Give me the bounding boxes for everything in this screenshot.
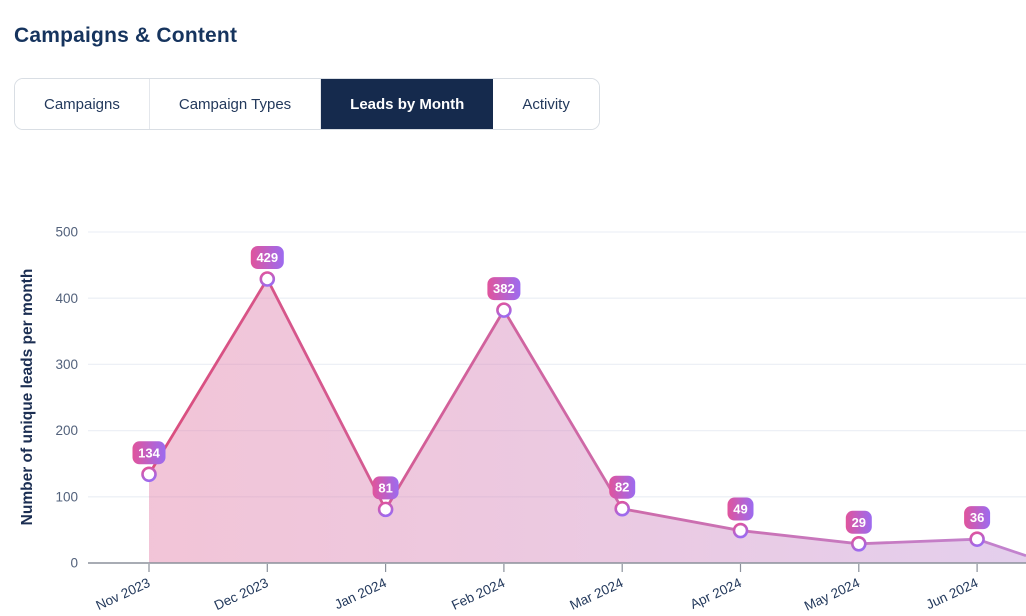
data-label-value: 382 [493,281,515,296]
x-axis-tick-label: May 2024 [802,575,863,614]
y-axis-tick-label: 100 [55,489,78,504]
data-point-marker[interactable] [734,524,747,537]
data-point-marker[interactable] [379,503,392,516]
data-point-marker[interactable] [143,468,156,481]
tab-campaigns[interactable]: Campaigns [15,79,150,129]
area-fill [149,279,1026,563]
y-axis-tick-label: 400 [55,291,78,306]
data-label-value: 36 [970,510,984,525]
data-label-value: 134 [138,445,160,460]
y-axis-title: Number of unique leads per month [19,269,36,526]
y-axis-tick-label: 0 [70,556,78,571]
x-axis-tick-label: Feb 2024 [449,575,507,613]
x-axis-tick-label: Dec 2023 [212,575,271,613]
data-label-value: 81 [378,480,392,495]
data-point-marker[interactable] [616,502,629,515]
tab-bar: Campaigns Campaign Types Leads by Month … [14,78,600,130]
campaigns-content-page: Campaigns & Content Campaigns Campaign T… [0,0,1026,130]
tab-leads-by-month[interactable]: Leads by Month [321,79,493,129]
x-axis-tick-label: Apr 2024 [688,575,744,612]
y-axis-tick-label: 200 [55,423,78,438]
tab-campaign-types[interactable]: Campaign Types [150,79,321,129]
data-point-marker[interactable] [971,533,984,546]
data-point-marker[interactable] [852,537,865,550]
y-axis-tick-label: 500 [55,225,78,240]
data-label-value: 429 [256,250,278,265]
page-title: Campaigns & Content [14,24,1026,48]
data-label-value: 49 [733,502,747,517]
x-axis-tick-label: Nov 2023 [94,575,153,613]
x-axis-tick-label: Mar 2024 [567,575,625,613]
data-point-marker[interactable] [497,304,510,317]
data-label-value: 29 [852,515,866,530]
y-axis-tick-label: 300 [55,357,78,372]
data-point-marker[interactable] [261,273,274,286]
data-label-value: 82 [615,480,629,495]
tab-activity[interactable]: Activity [493,79,599,129]
x-axis-tick-label: Jun 2024 [924,575,981,612]
x-axis-tick-label: Jan 2024 [332,575,389,612]
